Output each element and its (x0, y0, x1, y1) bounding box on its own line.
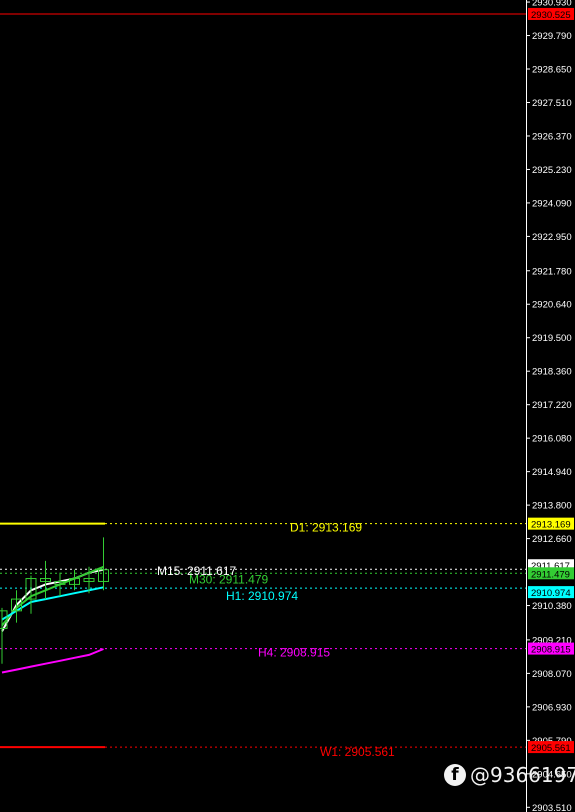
watermark: f @9366197 (444, 760, 575, 790)
tick-label: 2903.510 (532, 803, 572, 812)
tick-label: 2922.950 (532, 232, 572, 243)
tick-label: 2914.940 (532, 467, 572, 478)
level-label-W1: W1: 2905.561 (320, 745, 395, 759)
tick-label: 2926.370 (532, 131, 572, 142)
level-label-H1: H1: 2910.974 (226, 589, 298, 603)
level-lines (0, 13, 526, 749)
moving-averages (1, 565, 104, 674)
green-ma (1, 565, 104, 627)
price-chart[interactable]: 2930.930 2929.790 2928.650 2927.510 2926.370… (0, 0, 575, 812)
tick-label: 2906.930 (532, 702, 572, 713)
price-tag-text-W1: 2905.561 (531, 743, 571, 754)
tick-label: 2925.230 (532, 165, 572, 176)
watermark-text: @9366197 (470, 763, 575, 787)
price-tag-text-D1: 2913.169 (531, 520, 571, 531)
candles (0, 537, 109, 664)
tick-label: 2910.380 (532, 601, 572, 612)
price-tag-text-H4: 2908.915 (531, 645, 571, 656)
level-labels: D1: 2913.169M15: 2911.617M30: 2911.479H1… (157, 521, 395, 759)
level-label-M30: M30: 2911.479 (189, 572, 268, 586)
magenta-ma (1, 648, 104, 674)
level-label-D1: D1: 2913.169 (290, 521, 362, 535)
tick-label: 2917.220 (532, 400, 572, 411)
tick-label: 2930.930 (532, 0, 572, 9)
tick-label: 2920.640 (532, 300, 572, 311)
price-tag-text-H1: 2910.974 (531, 588, 571, 599)
tick-label: 2929.790 (532, 31, 572, 42)
price-tag-text-M30: 2911.479 (531, 569, 570, 580)
tick-label: 2928.650 (532, 65, 572, 76)
tick-label: 2927.510 (532, 98, 572, 109)
tick-label: 2916.080 (532, 434, 572, 445)
level-label-H4: H4: 2908.915 (258, 646, 330, 660)
tick-label: 2908.070 (532, 669, 572, 680)
tick-label: 2921.780 (532, 266, 572, 277)
tick-label: 2919.500 (532, 333, 572, 344)
tick-label: 2918.360 (532, 367, 572, 378)
price-axis-ticks: 2930.930 2929.790 2928.650 2927.510 2926.370… (526, 0, 572, 812)
price-tag-text-top: 2930.525 (531, 10, 571, 21)
tick-label: 2924.090 (532, 198, 572, 209)
tick-label: 2912.660 (532, 534, 572, 545)
facebook-icon: f (444, 764, 466, 786)
tick-label: 2913.800 (532, 501, 572, 512)
